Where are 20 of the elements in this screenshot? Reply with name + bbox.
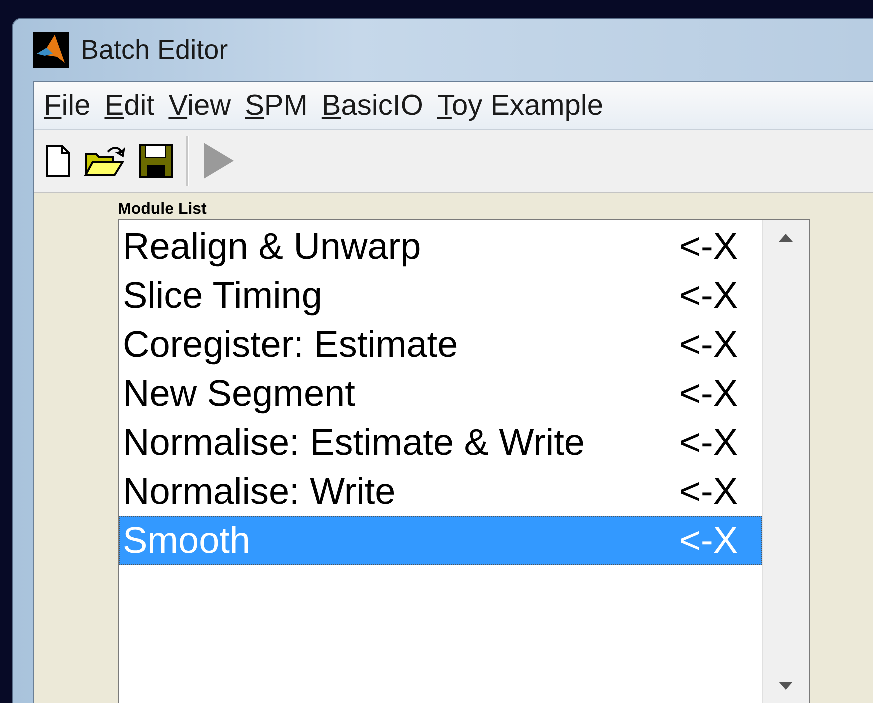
module-list-item[interactable]: Normalise: Write <-X [119,467,762,516]
module-list-item[interactable]: Coregister: Estimate <-X [119,320,762,369]
menu-item[interactable]: BasicIO [322,90,424,123]
window-title: Batch Editor [81,34,228,66]
menu-item[interactable]: View [168,90,232,123]
module-list-item[interactable]: Realign & Unwarp <-X [119,222,762,271]
folder-icon[interactable] [84,144,126,178]
scroll-down-icon[interactable] [779,682,793,690]
module-list-label: Module List [118,201,208,219]
menu-item[interactable]: Edit [104,90,155,123]
scrollbar[interactable] [762,220,809,703]
menu-item[interactable]: SPM [245,90,308,123]
menu-item[interactable]: File [44,90,91,123]
menu-item[interactable]: Toy Example [437,90,604,123]
scroll-up-icon[interactable] [779,234,793,242]
module-list-item[interactable]: Normalise: Estimate & Write <-X [119,418,762,467]
new-file-icon[interactable] [44,144,72,178]
module-list-item[interactable]: Slice Timing <-X [119,271,762,320]
module-list-item[interactable]: New Segment <-X [119,369,762,418]
app-logo-icon [33,32,69,68]
